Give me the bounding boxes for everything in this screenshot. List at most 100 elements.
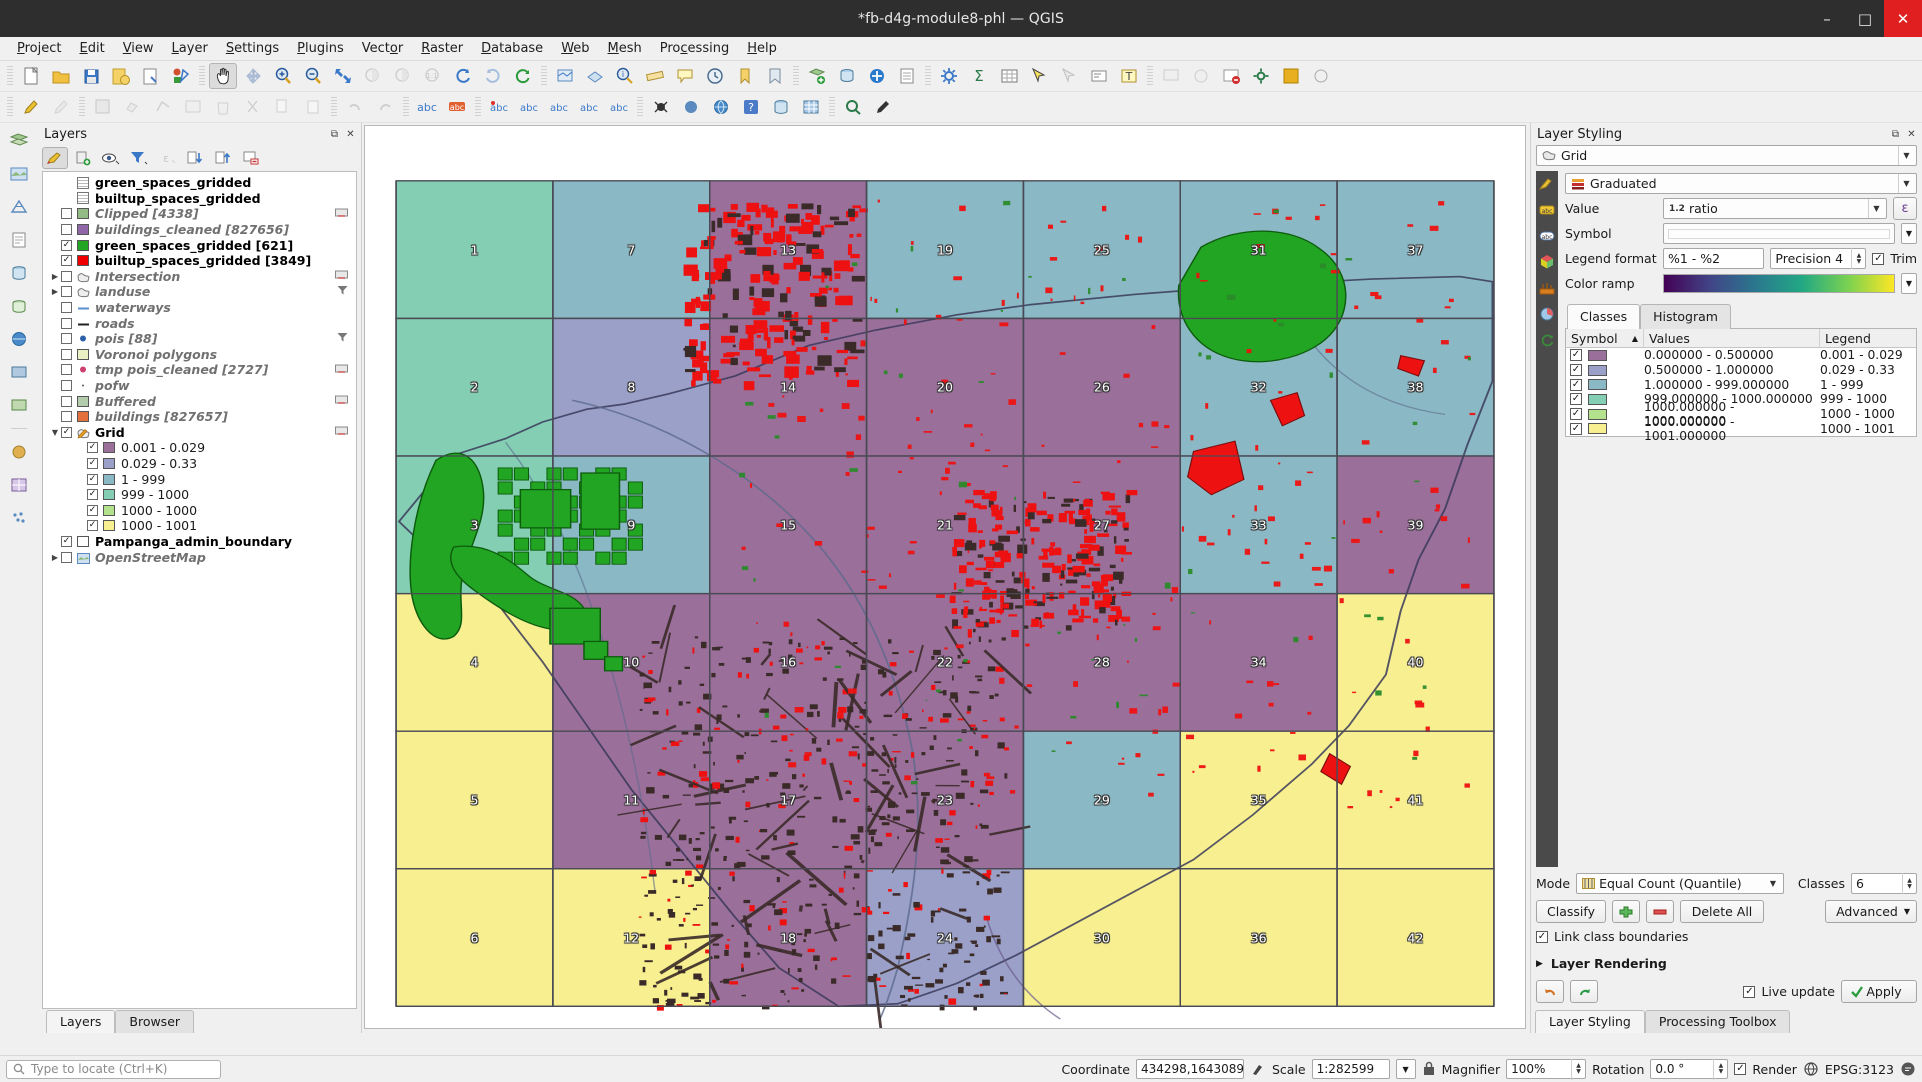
zoom-full-icon[interactable] (329, 63, 357, 89)
remove-class-button[interactable] (1646, 900, 1674, 923)
color-ramp-preview[interactable] (1663, 274, 1895, 293)
render-checkbox[interactable]: ✓ (1734, 1063, 1746, 1075)
layer-visibility-checkbox[interactable] (61, 286, 72, 297)
layer-visibility-checkbox[interactable] (61, 208, 72, 219)
legend-format-input[interactable]: %1 - %2 (1663, 248, 1764, 269)
layer-tree-item[interactable]: ✓Pampanga_admin_boundary (43, 534, 356, 550)
close-button[interactable]: ✕ (1884, 0, 1922, 37)
minimize-button[interactable]: – (1808, 0, 1846, 37)
bottom-tab-processing-toolbox[interactable]: Processing Toolbox (1645, 1010, 1791, 1033)
classes-table[interactable]: Symbol ▲ Values Legend ✓0.000000 - 0.500… (1565, 328, 1917, 437)
class-legend-cell[interactable]: 0.029 - 0.33 (1820, 363, 1916, 377)
layer-visibility-checkbox[interactable]: ✓ (87, 520, 98, 531)
menu-help[interactable]: Help (738, 39, 786, 58)
new-bookmark-icon[interactable] (731, 63, 759, 89)
class-enabled-checkbox[interactable]: ✓ (1570, 349, 1582, 361)
label-change-icon[interactable]: abc (605, 94, 633, 120)
layer-rendering-row[interactable]: ▶ Layer Rendering (1536, 956, 1917, 971)
color-ramp-chevron-down-icon[interactable]: ▼ (1901, 273, 1917, 294)
layer-tree-item[interactable]: pois [88] (43, 331, 356, 347)
identify-features-icon[interactable]: i (611, 63, 639, 89)
layer-selector-combo[interactable]: Grid ▼ (1536, 145, 1917, 166)
zoom-last-icon[interactable] (449, 63, 477, 89)
label-rotate-icon[interactable]: abc (575, 94, 603, 120)
maximize-button[interactable]: □ (1846, 0, 1884, 37)
live-update-checkbox[interactable]: ✓ (1743, 986, 1755, 998)
layer-visibility-checkbox[interactable] (61, 552, 72, 563)
undo-edit-icon[interactable] (341, 94, 369, 120)
class-color-swatch[interactable] (1588, 409, 1607, 420)
manage-layer-visibility-icon[interactable] (98, 147, 124, 169)
class-legend-cell[interactable]: 1 - 999 (1820, 378, 1916, 392)
zoom-next-icon[interactable] (479, 63, 507, 89)
close-styling-panel-icon[interactable]: ✕ (1905, 128, 1918, 141)
add-wcs-layer-icon[interactable] (6, 360, 32, 384)
layer-visibility-checkbox[interactable]: ✓ (87, 505, 98, 516)
open-attribute-table-icon[interactable] (995, 63, 1023, 89)
locator-search-input[interactable]: Type to locate (Ctrl+K) (6, 1060, 221, 1079)
add-postgis-layer-icon[interactable] (6, 261, 32, 285)
menu-mesh[interactable]: Mesh (599, 39, 651, 58)
remove-layer-icon[interactable] (238, 147, 264, 169)
diagrams-icon[interactable] (1539, 306, 1556, 321)
bottom-tab-layer-styling[interactable]: Layer Styling (1535, 1010, 1645, 1033)
map-canvas[interactable]: 1713192531372814202632383915212733394101… (364, 125, 1526, 1029)
layer-tree-item[interactable]: ▼✓Grid (43, 425, 356, 441)
expression-builder-button[interactable]: ε (1893, 197, 1917, 220)
edit-icon[interactable] (335, 207, 348, 221)
layer-tree-item[interactable]: ✓1000 - 1001 (43, 518, 356, 534)
menu-plugins[interactable]: Plugins (288, 39, 353, 58)
label-move-icon[interactable]: abc (545, 94, 573, 120)
layer-visibility-checkbox[interactable] (61, 411, 72, 422)
paste-features-icon[interactable] (299, 94, 327, 120)
class-color-swatch[interactable] (1588, 423, 1607, 434)
layer-tree-item[interactable]: buildings_cleaned [827656] (43, 222, 356, 238)
add-mesh-layer-icon[interactable] (6, 195, 32, 219)
nominatim-icon[interactable] (1187, 63, 1215, 89)
layer-tree-item[interactable]: builtup_spaces_gridded (43, 191, 356, 207)
toolbar-handle[interactable] (7, 66, 13, 86)
layer-tree-item[interactable]: ▶landuse (43, 284, 356, 300)
add-vector-layer-icon[interactable] (6, 129, 32, 153)
select-features-icon[interactable] (1025, 63, 1053, 89)
class-legend-cell[interactable]: 1000 - 1001 (1820, 422, 1916, 436)
coordinate-value[interactable]: 434298,1643089 (1136, 1059, 1244, 1079)
layer-visibility-checkbox[interactable]: ✓ (87, 474, 98, 485)
value-chevron-down-icon[interactable]: ▼ (1868, 199, 1884, 218)
layer-tree-item[interactable]: waterways (43, 300, 356, 316)
edit-icon[interactable] (335, 363, 348, 377)
add-feature-icon[interactable] (119, 94, 147, 120)
magnifier-stepper[interactable]: ▲▼ (1571, 1059, 1585, 1080)
layer-tree-item[interactable]: ✓1 - 999 (43, 471, 356, 487)
add-wms-layer-icon[interactable] (6, 327, 32, 351)
class-row[interactable]: ✓0.000000 - 0.5000000.001 - 0.029 (1566, 348, 1916, 363)
class-enabled-checkbox[interactable]: ✓ (1570, 364, 1582, 376)
measure-line-icon[interactable] (641, 63, 669, 89)
layer-visibility-checkbox[interactable]: ✓ (61, 427, 72, 438)
layer-visibility-checkbox[interactable] (61, 396, 72, 407)
scale-chevron-down-icon[interactable]: ▼ (1396, 1059, 1416, 1079)
magnifier-value[interactable]: 100% ▲▼ (1506, 1059, 1586, 1079)
layer-visibility-checkbox[interactable]: ✓ (87, 442, 98, 453)
menu-processing[interactable]: Processing (651, 39, 738, 58)
class-color-swatch[interactable] (1588, 379, 1607, 390)
history-icon[interactable] (1539, 332, 1556, 347)
layer-tree-item[interactable]: ✓green_spaces_gridded [621] (43, 237, 356, 253)
crs-label[interactable]: EPSG:3123 (1825, 1062, 1894, 1077)
filter-legend-icon[interactable] (126, 147, 152, 169)
col-symbol[interactable]: Symbol ▲ (1566, 329, 1644, 347)
class-legend-cell[interactable]: 0.001 - 0.029 (1820, 348, 1916, 362)
messages-icon[interactable] (1900, 1061, 1916, 1077)
chevron-down-icon[interactable]: ▼ (49, 428, 61, 437)
class-symbol-cell[interactable]: ✓ (1566, 349, 1644, 361)
text-annotation-icon[interactable]: T (1115, 63, 1143, 89)
toggle-editing-icon[interactable] (17, 94, 45, 120)
spider-plugin-icon[interactable] (647, 94, 675, 120)
zoom-in-icon[interactable] (269, 63, 297, 89)
pan-map-to-selection-icon[interactable] (239, 63, 267, 89)
class-enabled-checkbox[interactable]: ✓ (1570, 408, 1582, 420)
label-show-hide-icon[interactable]: abc (515, 94, 543, 120)
show-map-tips-icon[interactable] (671, 63, 699, 89)
chevron-down-icon[interactable]: ▼ (1898, 146, 1914, 165)
panel-tab-browser[interactable]: Browser (115, 1010, 194, 1033)
